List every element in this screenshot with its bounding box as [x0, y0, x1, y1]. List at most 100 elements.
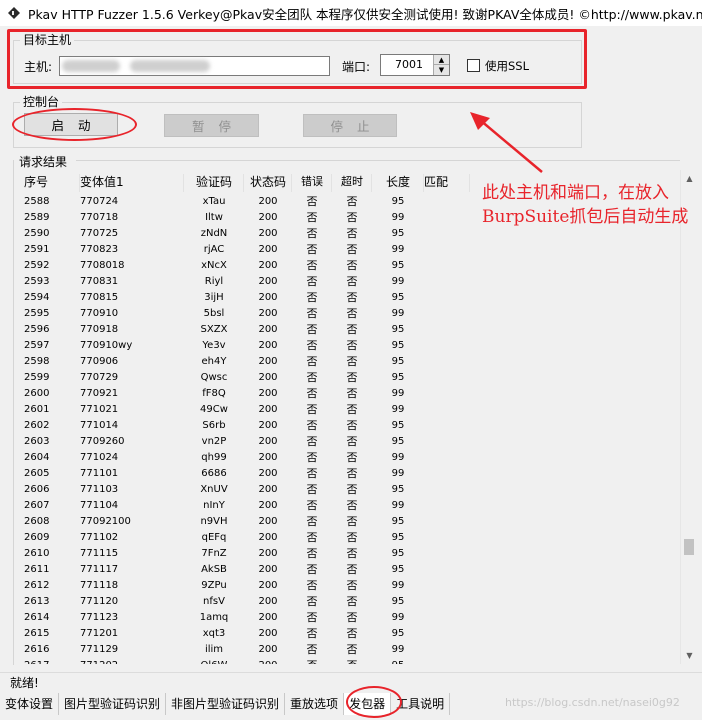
table-row[interactable]: 2592 7708018 xNcX 200 否 否 95	[14, 258, 680, 274]
table-row[interactable]: 2611 771117 AkSB 200 否 否 95	[14, 562, 680, 578]
cell-captcha: qh99	[201, 452, 227, 463]
cell-seq: 2592	[24, 260, 50, 271]
cell-status: 200	[244, 658, 292, 664]
table-row[interactable]: 2615 771201 xqt3 200 否 否 95	[14, 626, 680, 642]
cell-status: 200	[258, 404, 278, 415]
table-row[interactable]: 2600 770921 fF8Q 200 否 否 99	[14, 386, 680, 402]
table-row[interactable]: 2597 770910wy Ye3v 200 否 否 95	[14, 338, 680, 354]
tab-non-image-captcha[interactable]: 非图片型验证码识别	[166, 693, 286, 715]
cell-variant: 770815	[80, 292, 119, 303]
results-table-header: 序号 变体值1 验证码 状态码 错误 超时 长度 匹配	[14, 172, 470, 192]
cell-captcha: SXZX	[200, 324, 228, 335]
cell-status: 200	[258, 468, 278, 479]
table-row[interactable]: 2610 771115 7FnZ 200 否 否 95	[14, 546, 680, 562]
cell-seq: 2596	[24, 324, 50, 335]
column-header-match[interactable]: 匹配	[424, 172, 470, 192]
table-row[interactable]: 2596 770918 SXZX 200 否 否 95	[14, 322, 680, 338]
cell-captcha: Ql6W	[184, 658, 244, 664]
tab-variant-settings[interactable]: 变体设置	[0, 693, 60, 715]
cell-seq: 2604	[24, 452, 50, 463]
host-port-highlight-box	[7, 29, 587, 89]
cell-captcha: Riyl	[204, 276, 224, 287]
cell-match	[424, 402, 470, 418]
cell-length: 95	[391, 484, 405, 495]
cell-length: 99	[391, 388, 405, 399]
table-row[interactable]: 2593 770831 Riyl 200 否 否 99	[14, 274, 680, 290]
cell-length: 99	[391, 212, 405, 223]
cell-length: 95	[391, 628, 405, 639]
cell-match	[424, 610, 470, 626]
column-header-variant[interactable]: 变体值1	[80, 172, 184, 192]
scroll-down-icon[interactable]: ▼	[681, 647, 698, 664]
column-header-error[interactable]: 错误	[292, 172, 332, 192]
table-row[interactable]: 2609 771102 qEFq 200 否 否 95	[14, 530, 680, 546]
window-title: Pkav HTTP Fuzzer 1.5.6 Verkey@Pkav安全团队 本…	[28, 6, 702, 22]
table-row[interactable]: 2594 770815 3ijH 200 否 否 95	[14, 290, 680, 306]
cell-error: 否	[306, 259, 318, 272]
table-row[interactable]: 2605 771101 6686 200 否 否 99	[14, 466, 680, 482]
table-row[interactable]: 2595 770910 5bsl 200 否 否 99	[14, 306, 680, 322]
table-row[interactable]: 2603 7709260 vn2P 200 否 否 95	[14, 434, 680, 450]
table-row[interactable]: 2617771202Ql6W200否否95	[14, 658, 680, 664]
cell-variant: 771202	[80, 658, 184, 664]
cell-captcha: AkSB	[201, 564, 227, 575]
table-row[interactable]: 2601 771021 49Cw 200 否 否 99	[14, 402, 680, 418]
column-header-length[interactable]: 长度	[372, 172, 424, 192]
stop-button[interactable]: 停止	[303, 114, 397, 137]
cell-seq: 2601	[24, 404, 50, 415]
cell-length: 95	[391, 436, 405, 447]
table-row[interactable]: 2607 771104 nInY 200 否 否 99	[14, 498, 680, 514]
table-row[interactable]: 2608 77092100 n9VH 200 否 否 95	[14, 514, 680, 530]
results-scrollbar[interactable]: ▲ ▼	[680, 170, 697, 664]
table-row[interactable]: 2616 771129 ilim 200 否 否 99	[14, 642, 680, 658]
cell-length: 95	[391, 532, 405, 543]
cell-error: 否	[306, 307, 318, 320]
pause-button[interactable]: 暂停	[164, 114, 259, 137]
table-row[interactable]: 2604 771024 qh99 200 否 否 99	[14, 450, 680, 466]
table-row[interactable]: 2598 770906 eh4Y 200 否 否 95	[14, 354, 680, 370]
cell-captcha: 7FnZ	[201, 548, 227, 559]
column-header-seq[interactable]: 序号	[14, 172, 80, 192]
column-separator[interactable]	[469, 174, 470, 192]
results-table[interactable]: 2588 770724 xTau 200 否否 95 2589 770718 Iltw 200 否否…	[14, 194, 680, 664]
column-header-text: 长度	[385, 175, 410, 189]
cell-status: 200	[258, 516, 278, 527]
cell-variant: 770910wy	[80, 340, 133, 351]
cell-status: 200	[258, 596, 278, 607]
tab-replay-options[interactable]: 重放选项	[285, 693, 345, 715]
cell-seq: 2605	[24, 468, 50, 479]
annotation-text-line1: 此处主机和端口，在放入	[482, 183, 669, 203]
cell-variant: 770921	[80, 388, 119, 399]
cell-length: 95	[391, 420, 405, 431]
cell-length: 95	[391, 356, 405, 367]
cell-timeout: 否	[346, 355, 358, 368]
results-group-border	[76, 160, 680, 161]
table-row[interactable]: 2613 771120 nfsV 200 否 否 95	[14, 594, 680, 610]
scroll-up-icon[interactable]: ▲	[681, 170, 698, 187]
cell-length: 95	[391, 340, 405, 351]
tab-image-captcha[interactable]: 图片型验证码识别	[59, 693, 167, 715]
table-row[interactable]: 2614 771123 1amq 200 否 否 99	[14, 610, 680, 626]
cell-status: 200	[258, 260, 278, 271]
cell-error: 否	[306, 643, 318, 656]
cell-status: 200	[258, 452, 278, 463]
cell-seq: 2589	[24, 212, 50, 223]
cell-match	[424, 274, 470, 290]
table-row[interactable]: 2612 771118 9ZPu 200 否 否 99	[14, 578, 680, 594]
cell-timeout: 否	[346, 483, 358, 496]
scrollbar-thumb[interactable]	[684, 539, 694, 555]
cell-seq: 2600	[24, 388, 50, 399]
table-row[interactable]: 2599 770729 Qwsc 200 否 否 95	[14, 370, 680, 386]
column-header-captcha[interactable]: 验证码	[184, 172, 244, 192]
table-row[interactable]: 2591 770823 rjAC 200 否 否 99	[14, 242, 680, 258]
cell-length: 99	[391, 404, 405, 415]
cell-seq: 2612	[24, 580, 50, 591]
cell-status: 200	[258, 276, 278, 287]
table-row[interactable]: 2606 771103 XnUV 200 否 否 95	[14, 482, 680, 498]
column-header-status[interactable]: 状态码	[244, 172, 292, 192]
table-row[interactable]: 2602 771014 S6rb 200 否 否 95	[14, 418, 680, 434]
cell-error: 否	[306, 595, 318, 608]
cell-timeout: 否	[346, 451, 358, 464]
cell-match	[424, 370, 470, 386]
column-header-timeout[interactable]: 超时	[332, 172, 372, 192]
